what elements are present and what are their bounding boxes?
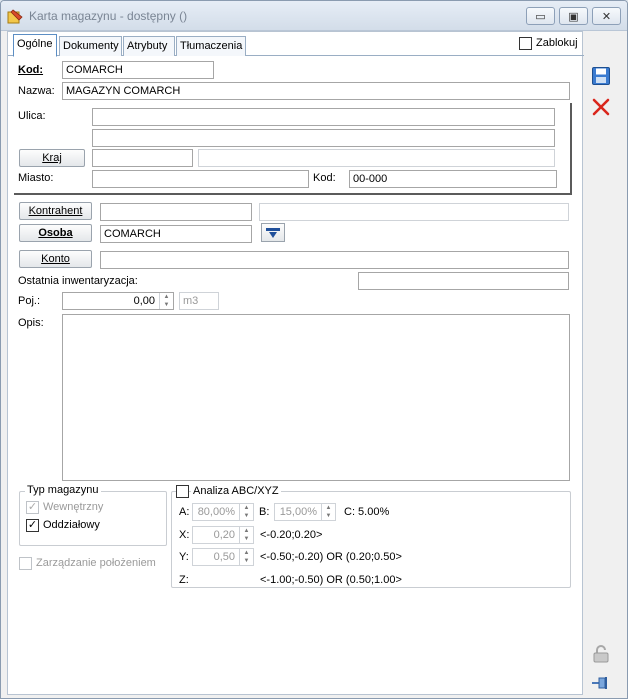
c-text: C: 5.00% <box>344 506 390 518</box>
maximize-button[interactable]: ▣ <box>559 7 588 25</box>
a-label: A: <box>179 506 190 518</box>
x-label: X: <box>179 529 190 541</box>
wewnetrzny-checkbox: ✓ <box>26 501 39 514</box>
miasto-label: Miasto: <box>18 172 54 184</box>
save-button[interactable] <box>589 64 613 88</box>
x-spinner: ▲ ▼ <box>239 527 253 543</box>
maximize-icon: ▣ <box>568 10 579 23</box>
analiza-checkbox[interactable] <box>176 485 189 498</box>
osoba-button[interactable]: Osoba <box>19 224 92 242</box>
kraj-code-field[interactable] <box>92 149 193 167</box>
poj-field[interactable]: 0,00 <box>62 292 174 310</box>
zablokuj-label: Zablokuj <box>536 37 578 49</box>
analiza-title: Analiza ABC/XYZ <box>191 485 281 497</box>
ulica-label: Ulica: <box>18 110 46 122</box>
konto-button[interactable]: Konto <box>19 250 92 268</box>
nazwa-label: Nazwa: <box>18 85 55 97</box>
ulica-line1-field[interactable] <box>92 108 555 126</box>
tab-tlumaczenia[interactable]: Tłumaczenia <box>176 36 246 56</box>
kod-pocztowy-field[interactable]: 00-000 <box>349 170 557 188</box>
b-label: B: <box>259 506 270 518</box>
y-spinner: ▲ ▼ <box>239 549 253 565</box>
nazwa-field[interactable]: MAGAZYN COMARCH <box>62 82 570 100</box>
minimize-button[interactable]: ▭ <box>526 7 555 25</box>
padlock-icon <box>593 645 609 663</box>
tab-ogolne[interactable]: Ogólne <box>13 34 57 57</box>
dropdown-arrow-icon <box>266 227 280 238</box>
delete-button[interactable] <box>589 95 613 119</box>
poj-unit-field: m3 <box>179 292 219 310</box>
y-label: Y: <box>179 551 189 563</box>
poj-spinner[interactable]: ▲ ▼ <box>159 293 173 309</box>
kontrahent-name-field <box>259 203 569 221</box>
kod-label: Kod: <box>18 64 44 76</box>
oddzialowy-label: Oddziałowy <box>43 519 100 531</box>
kod-field[interactable]: COMARCH <box>62 61 214 79</box>
ostatnia-inwentaryzacja-field[interactable] <box>358 272 569 290</box>
close-button[interactable]: ✕ <box>592 7 621 25</box>
konto-field[interactable] <box>100 251 569 269</box>
osoba-field[interactable]: COMARCH <box>100 225 252 243</box>
opis-label: Opis: <box>18 317 44 329</box>
zarzadzanie-checkbox <box>19 557 32 570</box>
a-spinner: ▲ ▼ <box>239 504 253 520</box>
kraj-name-field <box>198 149 555 167</box>
unlock-button[interactable] <box>589 642 613 666</box>
zablokuj-checkbox[interactable] <box>519 37 532 50</box>
close-icon: ✕ <box>601 10 612 23</box>
x-range: <-0.20;0.20> <box>260 529 323 541</box>
wewnetrzny-label: Wewnętrzny <box>43 501 104 513</box>
ulica-line2-field[interactable] <box>92 129 555 147</box>
poj-label: Poj.: <box>18 295 41 307</box>
save-icon <box>592 67 610 85</box>
z-label: Z: <box>179 574 189 586</box>
form-panel: Ogólne Dokumenty Atrybuty Tłumaczenia Za… <box>7 31 584 695</box>
tab-atrybuty[interactable]: Atrybuty <box>123 36 175 56</box>
miasto-field[interactable] <box>92 170 309 188</box>
typ-magazynu-title: Typ magazynu <box>25 484 101 496</box>
pin-button[interactable] <box>589 671 613 695</box>
y-range: <-0.50;-0.20) OR (0.20;0.50> <box>260 551 402 563</box>
b-spinner: ▲ ▼ <box>321 504 335 520</box>
window-title: Karta magazynu - dostępny () <box>29 9 188 23</box>
opis-textarea[interactable] <box>62 314 570 481</box>
kontrahent-button[interactable]: Kontrahent <box>19 202 92 220</box>
ostatnia-inwentaryzacja-label: Ostatnia inwentaryzacja: <box>18 275 138 287</box>
minimize-icon: ▭ <box>535 10 546 23</box>
kraj-button[interactable]: Kraj <box>19 149 85 167</box>
z-range: <-1.00;-0.50) OR (0.50;1.00> <box>260 574 402 586</box>
osoba-lookup-button[interactable] <box>261 223 285 242</box>
delete-x-icon <box>592 98 610 116</box>
zarzadzanie-label: Zarządzanie położeniem <box>36 557 156 569</box>
kontrahent-code-field[interactable] <box>100 203 252 221</box>
window: Karta magazynu - dostępny () ▭ ▣ ✕ Ogóln… <box>0 0 628 699</box>
tab-dokumenty[interactable]: Dokumenty <box>59 36 122 56</box>
pin-icon <box>592 677 607 689</box>
kod-pocztowy-label: Kod: <box>313 172 336 184</box>
oddzialowy-checkbox[interactable]: ✓ <box>26 519 39 532</box>
warehouse-app-icon <box>7 9 23 24</box>
title-bar: Karta magazynu - dostępny () ▭ ▣ ✕ <box>1 1 627 31</box>
